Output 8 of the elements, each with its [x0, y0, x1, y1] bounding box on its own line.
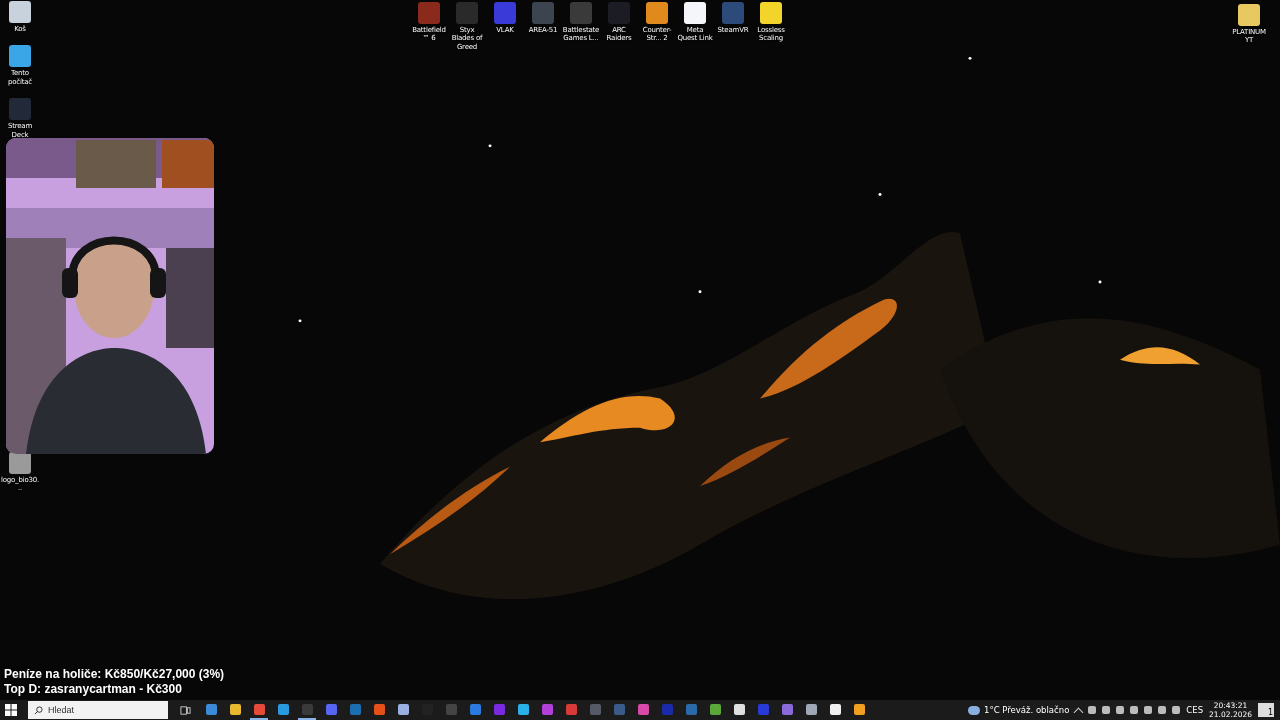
cloud-icon: [968, 705, 980, 715]
search-field[interactable]: Hledat: [28, 701, 168, 719]
notification-button[interactable]: 1: [1258, 703, 1274, 717]
language-indicator[interactable]: CES: [1186, 705, 1204, 715]
task-view-icon: [179, 704, 191, 716]
windows-logo-icon: [5, 704, 17, 716]
weather-text: 1°C Převáž. oblačno: [984, 705, 1070, 715]
weather-widget[interactable]: 1°C Převáž. oblačno: [968, 705, 1070, 715]
